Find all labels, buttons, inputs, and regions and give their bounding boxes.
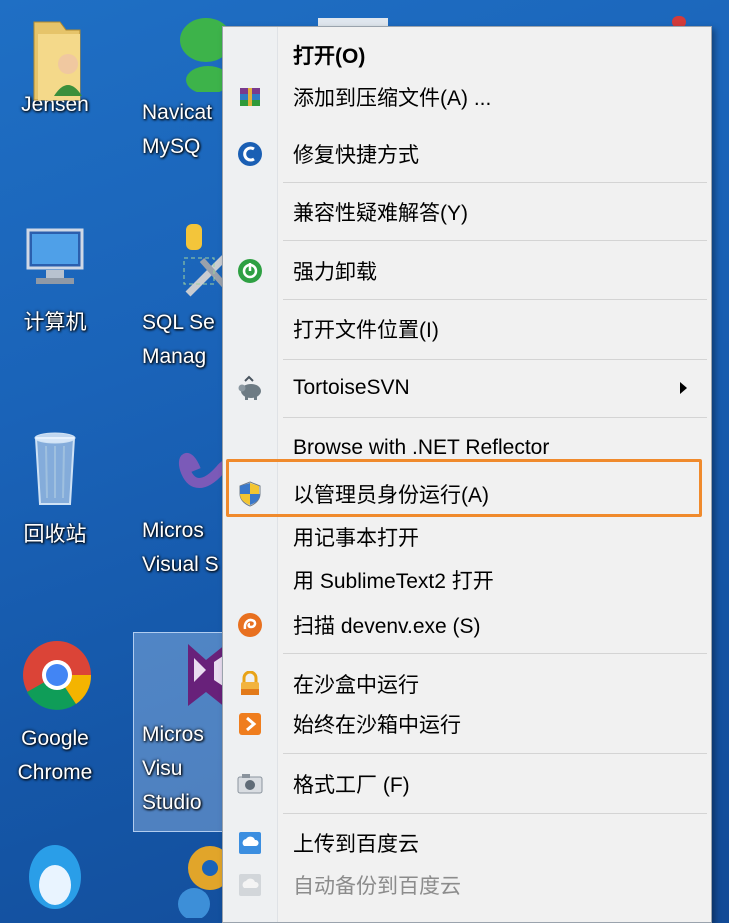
visual-studio-logo-icon [148, 636, 232, 708]
menu-item-compatibility-troubleshoot[interactable]: 兼容性疑难解答(Y) [223, 188, 709, 236]
repair-icon [236, 140, 264, 168]
recycle-bin-icon [20, 428, 90, 505]
menu-item-auto-backup-to-baidu-cloud[interactable]: 自动备份到百度云 [223, 861, 709, 909]
qq-penguin-icon [20, 835, 90, 909]
menu-item-label: Browse with .NET Reflector [293, 436, 550, 459]
menu-item-add-to-archive[interactable]: 添加到压缩文件(A) ... [223, 73, 709, 121]
menu-separator [283, 753, 707, 754]
menu-item-label: 强力卸载 [293, 261, 377, 284]
menu-item-tortoisesvn[interactable]: TortoiseSVN [223, 364, 709, 412]
menu-separator [283, 182, 707, 183]
winrar-icon [236, 83, 264, 111]
menu-separator [283, 299, 707, 300]
uninstall-icon [236, 257, 264, 285]
menu-item-upload-to-baidu-cloud[interactable]: 上传到百度云 [223, 819, 709, 867]
desktop-icon-qq[interactable] [0, 835, 110, 909]
baidu-backup-icon [236, 871, 264, 899]
menu-item-label: TortoiseSVN [293, 376, 410, 399]
visual-studio-infinity-icon [148, 430, 242, 500]
menu-item-label: 上传到百度云 [293, 833, 419, 856]
menu-item-open-with-sublimetext2[interactable]: 用 SublimeText2 打开 [223, 556, 709, 604]
menu-item-label: 打开文件位置(I) [293, 319, 439, 342]
menu-item-open-with-notepad[interactable]: 用记事本打开 [223, 513, 709, 561]
user-folder-icon [20, 12, 90, 101]
menu-item-label: 扫描 devenv.exe (S) [293, 615, 481, 638]
menu-item-scan-devenv[interactable]: 扫描 devenv.exe (S) [223, 601, 709, 649]
menu-item-open-file-location[interactable]: 打开文件位置(I) [223, 305, 709, 353]
menu-item-label: 在沙盒中运行 [293, 674, 419, 697]
format-factory-icon [236, 770, 264, 798]
desktop-icon-label: 计算机 [23, 311, 87, 334]
menu-item-label: 自动备份到百度云 [293, 875, 461, 898]
menu-item-open[interactable]: 打开(O) [223, 31, 709, 79]
menu-separator [283, 417, 707, 418]
menu-item-label: 始终在沙箱中运行 [293, 714, 461, 737]
desktop-icon-computer[interactable]: 计算机 [0, 222, 110, 340]
menu-item-repair-shortcut[interactable]: 修复快捷方式 [223, 130, 709, 178]
desktop-icon-google-chrome[interactable]: Google Chrome [0, 638, 110, 790]
sql-server-tools-icon [148, 222, 235, 297]
baidu-upload-icon [236, 829, 264, 857]
navicat-icon [148, 12, 232, 94]
menu-item-always-run-in-sandbox[interactable]: 始终在沙箱中运行 [223, 700, 709, 748]
desktop-icon-label: Google Chrome [17, 727, 93, 784]
menu-separator [283, 359, 707, 360]
menu-item-label: 兼容性疑难解答(Y) [293, 202, 468, 225]
menu-item-label: 用 SublimeText2 打开 [293, 570, 494, 593]
chrome-icon [20, 638, 92, 710]
menu-item-force-uninstall[interactable]: 强力卸载 [223, 247, 709, 295]
menu-item-label: 格式工厂 (F) [293, 774, 410, 797]
desktop-icon-label: 回收站 [23, 523, 87, 546]
menu-item-label: 打开(O) [293, 45, 366, 68]
menu-separator [283, 813, 707, 814]
sandbox-lock-icon [236, 670, 264, 698]
antivirus-icon [236, 611, 264, 639]
menu-item-label: 修复快捷方式 [293, 144, 419, 167]
menu-separator [283, 653, 707, 654]
computer-icon [20, 222, 90, 292]
sandbox-run-icon [236, 710, 264, 738]
menu-item-label: 用记事本打开 [293, 527, 419, 550]
menu-item-label: 添加到压缩文件(A) ... [293, 87, 492, 110]
submenu-arrow-icon [680, 382, 687, 394]
menu-separator [283, 240, 707, 241]
menu-item-format-factory[interactable]: 格式工厂 (F) [223, 760, 709, 808]
desktop-icon-user-folder[interactable]: Jensen [0, 12, 110, 122]
desktop-icon-recycle-bin[interactable]: 回收站 [0, 428, 110, 552]
annotation-highlight-box [226, 459, 702, 517]
tortoisesvn-icon [236, 374, 264, 402]
